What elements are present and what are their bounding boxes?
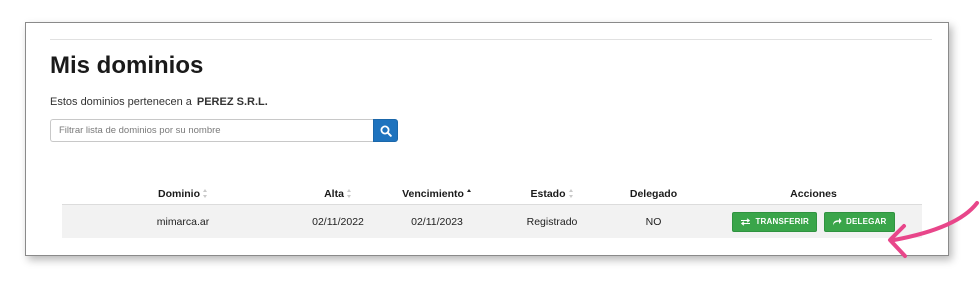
page-title: Mis dominios xyxy=(50,52,204,79)
share-arrow-icon xyxy=(833,218,842,226)
search-bar xyxy=(50,119,398,142)
column-header-delegado: Delegado xyxy=(629,187,678,200)
search-button[interactable] xyxy=(373,119,398,142)
column-header-estado[interactable]: Estado xyxy=(502,188,602,200)
column-label: Estado xyxy=(530,187,566,200)
sort-icon xyxy=(346,189,352,199)
table-row: mimarca.ar 02/11/2022 02/11/2023 Registr… xyxy=(62,205,922,238)
domains-panel: Mis dominios Estos dominios pertenecen a… xyxy=(25,22,949,256)
transfer-button[interactable]: TRANSFERIR xyxy=(732,211,818,232)
column-label: Dominio xyxy=(158,187,200,200)
cell-alta: 02/11/2022 xyxy=(312,215,364,228)
cell-vencimiento: 02/11/2023 xyxy=(411,215,463,228)
cell-estado: Registrado xyxy=(526,215,578,228)
annotation-arrow-icon xyxy=(888,201,979,258)
table-header: Dominio Alta Vencimiento Estado Delegado… xyxy=(62,183,922,205)
column-header-alta[interactable]: Alta xyxy=(304,188,372,200)
column-label: Vencimiento xyxy=(402,187,464,200)
domains-table: Dominio Alta Vencimiento Estado Delegado… xyxy=(62,183,922,238)
owner-name: PEREZ S.R.L. xyxy=(196,96,268,108)
column-header-vencimiento[interactable]: Vencimiento xyxy=(372,188,502,200)
sort-icon xyxy=(203,189,208,199)
search-icon xyxy=(380,125,392,137)
transfer-button-label: TRANSFERIR xyxy=(755,217,810,226)
subtitle-prefix: Estos dominios pertenecen a xyxy=(50,96,192,108)
sort-ascending-icon xyxy=(466,189,472,198)
cell-dominio: mimarca.ar xyxy=(156,215,210,228)
sort-icon xyxy=(568,189,574,199)
column-label: Alta xyxy=(324,187,344,200)
transfer-arrows-icon xyxy=(741,217,751,226)
column-header-dominio[interactable]: Dominio xyxy=(62,188,304,200)
cell-delegado: NO xyxy=(645,215,662,228)
search-input[interactable] xyxy=(50,119,373,142)
divider xyxy=(50,39,932,40)
owner-description: Estos dominios pertenecen a PEREZ S.R.L. xyxy=(50,96,268,108)
